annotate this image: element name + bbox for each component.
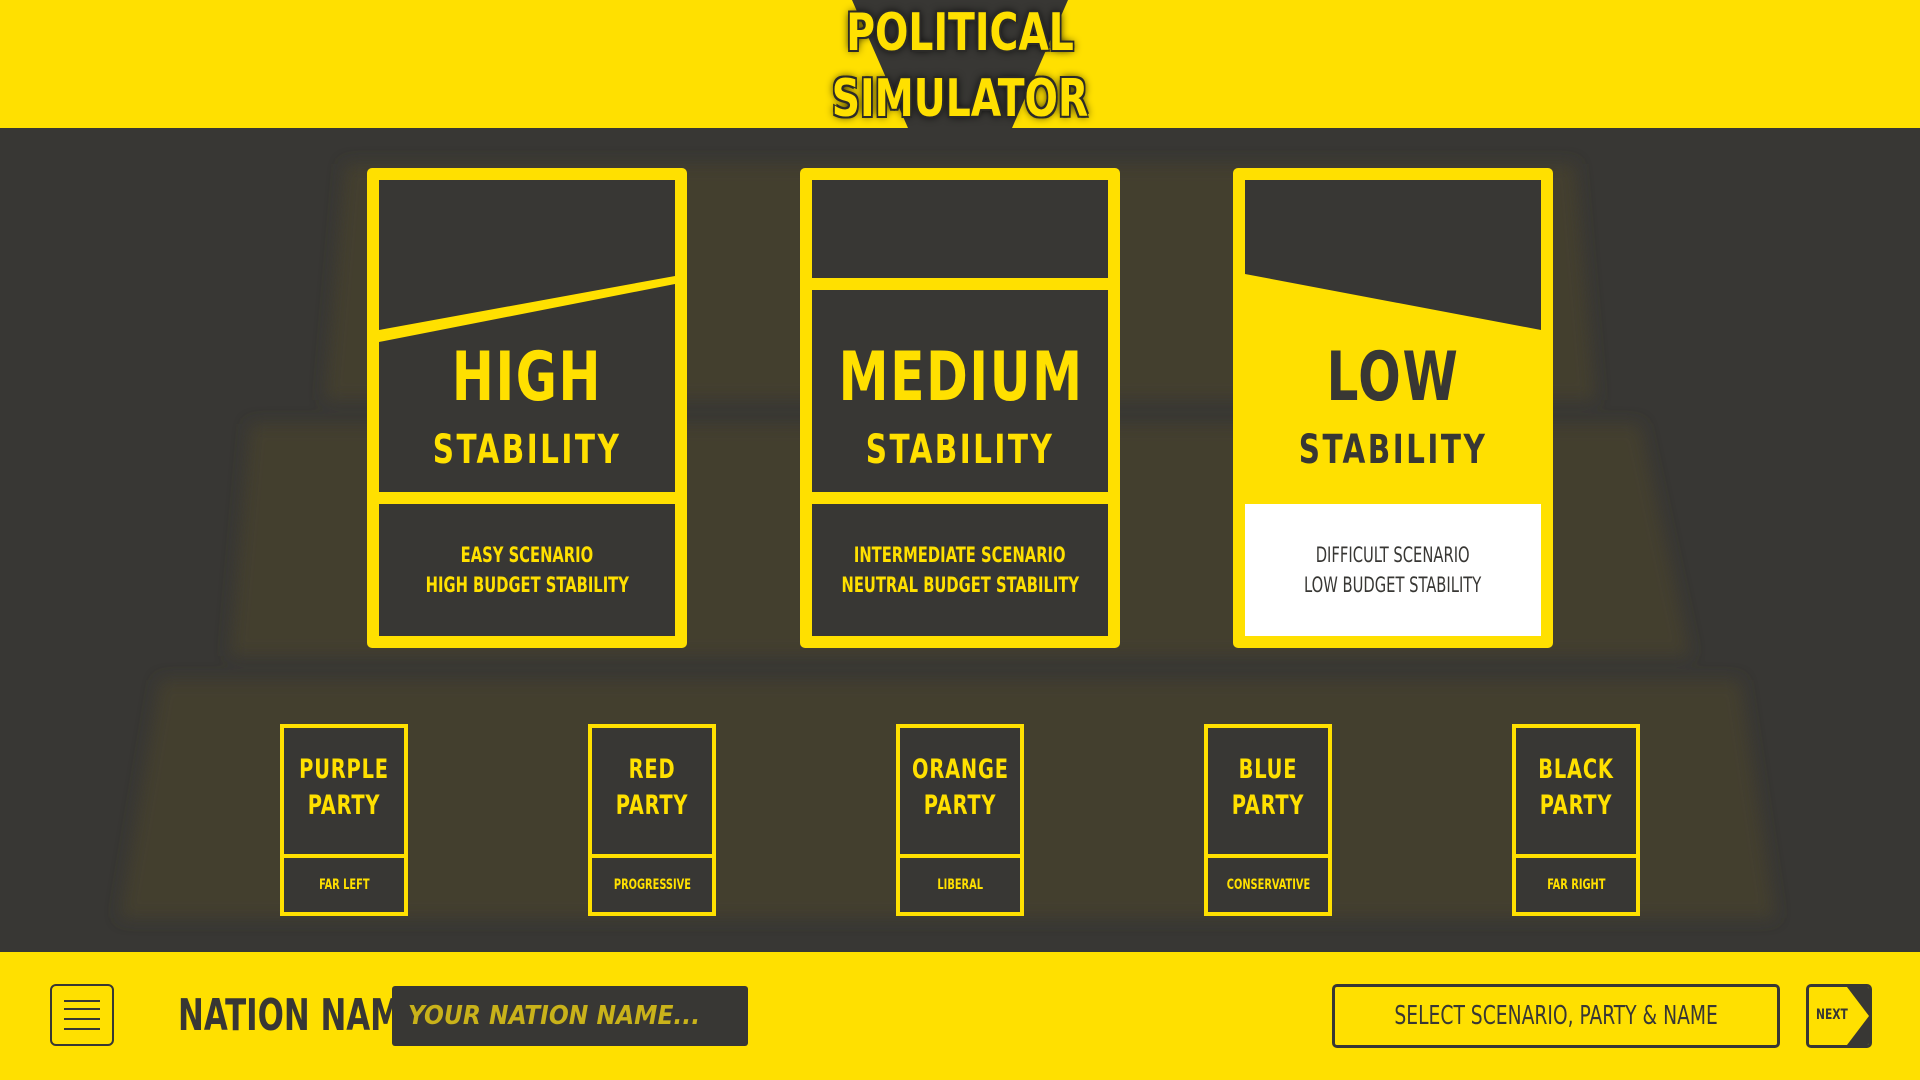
party-card-orange[interactable]: ORANGE PARTY LIBERAL: [896, 724, 1024, 916]
title-line-2: SIMULATOR: [831, 69, 1089, 129]
party-card-black[interactable]: BLACK PARTY FAR RIGHT: [1512, 724, 1640, 916]
hamburger-menu-icon[interactable]: [50, 984, 114, 1046]
card-title-line2: STABILITY: [1298, 427, 1488, 473]
party-name-line1: BLUE: [1238, 754, 1298, 785]
party-ideology-text: PROGRESSIVE: [613, 877, 691, 893]
selection-status-box: SELECT SCENARIO, PARTY & NAME: [1332, 984, 1780, 1048]
card-title-line2: STABILITY: [432, 427, 622, 473]
title-line-1: POLITICAL: [846, 3, 1074, 63]
party-ideology: FAR RIGHT: [1516, 858, 1636, 912]
party-ideology: CONSERVATIVE: [1208, 858, 1328, 912]
party-name-line2: PARTY: [923, 790, 997, 821]
party-ideology: LIBERAL: [900, 858, 1020, 912]
party-card-purple[interactable]: PURPLE PARTY FAR LEFT: [280, 724, 408, 916]
card-title-line1: LOW: [1326, 338, 1460, 417]
menu-bar-line: [64, 1018, 100, 1020]
party-name: BLACK PARTY: [1528, 752, 1624, 824]
party-name: RED PARTY: [604, 752, 700, 824]
party-name-line2: PARTY: [307, 790, 381, 821]
card-title-line2: STABILITY: [865, 427, 1055, 473]
party-name: BLUE PARTY: [1220, 752, 1316, 824]
nation-name-label: NATION NAME: [178, 990, 423, 1041]
stability-card-high[interactable]: HIGH STABILITY EASY SCENARIO HIGH BUDGET…: [367, 168, 687, 648]
card-desc-line2: NEUTRAL BUDGET STABILITY: [841, 573, 1079, 597]
card-description: INTERMEDIATE SCENARIO NEUTRAL BUDGET STA…: [812, 504, 1108, 636]
party-name-line2: PARTY: [615, 790, 689, 821]
party-name-line2: PARTY: [1231, 790, 1305, 821]
stability-card-medium[interactable]: MEDIUM STABILITY INTERMEDIATE SCENARIO N…: [800, 168, 1120, 648]
party-name-line1: BLACK: [1538, 754, 1614, 785]
stability-card-low[interactable]: LOW STABILITY DIFFICULT SCENARIO LOW BUD…: [1233, 168, 1553, 648]
card-divider: [812, 492, 1108, 504]
party-ideology-text: LIBERAL: [937, 877, 983, 893]
card-desc-line1: EASY SCENARIO: [460, 543, 594, 567]
party-name: ORANGE PARTY: [912, 752, 1008, 824]
party-ideology-text: FAR RIGHT: [1546, 877, 1606, 893]
nation-name-input[interactable]: [392, 986, 748, 1046]
card-title-line1: HIGH: [451, 338, 603, 417]
card-description: DIFFICULT SCENARIO LOW BUDGET STABILITY: [1245, 504, 1541, 636]
menu-bar-line: [64, 1000, 100, 1002]
party-ideology: FAR LEFT: [284, 858, 404, 912]
party-name-line1: ORANGE: [912, 754, 1009, 785]
next-button[interactable]: NEXT: [1806, 984, 1872, 1048]
card-title-line1: MEDIUM: [838, 338, 1084, 417]
menu-bar-line: [64, 1008, 100, 1010]
selection-status-text: SELECT SCENARIO, PARTY & NAME: [1394, 1001, 1718, 1031]
header-bar: POLITICAL SIMULATOR: [0, 0, 1920, 129]
party-name: PURPLE PARTY: [296, 752, 392, 824]
card-desc-line1: DIFFICULT SCENARIO: [1316, 543, 1470, 567]
card-divider: [379, 492, 675, 504]
party-name-line2: PARTY: [1539, 790, 1613, 821]
footer-bar: NATION NAME SELECT SCENARIO, PARTY & NAM…: [0, 952, 1920, 1080]
party-card-red[interactable]: RED PARTY PROGRESSIVE: [588, 724, 716, 916]
card-desc-line2: LOW BUDGET STABILITY: [1304, 573, 1482, 597]
next-button-label: NEXT: [1816, 1007, 1848, 1023]
party-ideology-text: FAR LEFT: [318, 877, 370, 893]
card-desc-line1: INTERMEDIATE SCENARIO: [854, 543, 1066, 567]
menu-bar-line: [64, 1028, 100, 1030]
game-title: POLITICAL SIMULATOR: [792, 0, 1128, 132]
party-name-line1: RED: [628, 754, 676, 785]
party-ideology-text: CONSERVATIVE: [1226, 877, 1310, 893]
party-ideology: PROGRESSIVE: [592, 858, 712, 912]
party-card-blue[interactable]: BLUE PARTY CONSERVATIVE: [1204, 724, 1332, 916]
party-name-line1: PURPLE: [299, 754, 389, 785]
card-description: EASY SCENARIO HIGH BUDGET STABILITY: [379, 504, 675, 636]
card-desc-line2: HIGH BUDGET STABILITY: [425, 573, 629, 597]
